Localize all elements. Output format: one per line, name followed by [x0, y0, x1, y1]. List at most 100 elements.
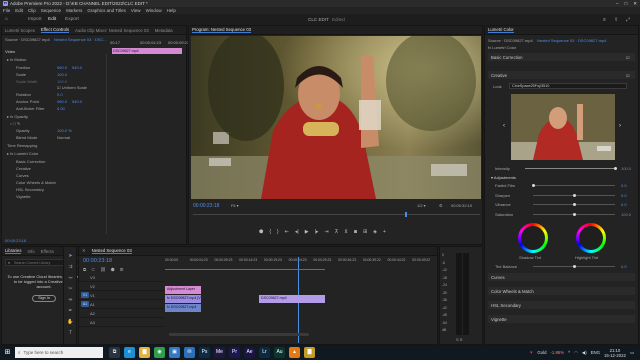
- menu-help[interactable]: Help: [167, 8, 176, 13]
- creative-toggle-icon[interactable]: ☑: [626, 73, 630, 78]
- scale-width-value[interactable]: 100.0: [57, 79, 67, 84]
- tab-audio-clip-mixer[interactable]: Audio Clip Mixer: Nested Sequence 03: [75, 28, 149, 33]
- hsl-secondary-section[interactable]: HSL Secondary: [488, 301, 635, 309]
- tint-balance-value[interactable]: 0.0: [621, 264, 627, 269]
- timeline-clip-dsc[interactable]: DSC09827.mp4: [259, 295, 325, 303]
- explorer-icon[interactable]: ▇: [139, 347, 150, 358]
- timeline-clip-v2[interactable]: fx DSC09827.mp4 [V]: [165, 295, 201, 303]
- marker-icon[interactable]: ⬟: [259, 229, 263, 237]
- resolution-select[interactable]: 1/2 ▾: [417, 203, 426, 208]
- adjustment-slider-track[interactable]: [533, 203, 615, 206]
- audio-meter-footer[interactable]: S S: [456, 337, 462, 342]
- lumetri-sub-item[interactable]: Color Wheels & Match: [16, 180, 56, 185]
- mail-icon[interactable]: ✉: [184, 347, 195, 358]
- curves-section[interactable]: Curves: [488, 273, 635, 281]
- adjustment-slider-value[interactable]: 0.0: [621, 202, 627, 207]
- in-icon[interactable]: {: [269, 229, 271, 237]
- tab-lumetri-scopes[interactable]: Lumetri Scopes: [5, 28, 35, 33]
- blend-mode-select[interactable]: Normal: [57, 135, 70, 140]
- menu-clip[interactable]: Clip: [28, 8, 36, 13]
- track-v1[interactable]: V1 V1: [79, 291, 164, 300]
- track-a2[interactable]: A2: [79, 309, 164, 318]
- ec-timecode[interactable]: 00:00:23:18: [5, 238, 26, 243]
- prev-look-icon[interactable]: ‹: [503, 123, 505, 129]
- network-icon[interactable]: ◠: [574, 350, 578, 356]
- intensity-slider[interactable]: [525, 167, 617, 170]
- opacity-mask-icons[interactable]: ○ □ ✎: [10, 121, 20, 126]
- timeline-timecode[interactable]: 00:00:23:18: [83, 258, 112, 264]
- volume-icon[interactable]: ◀): [582, 350, 587, 356]
- sign-in-button[interactable]: Sign In: [32, 295, 56, 302]
- track-v3[interactable]: V3: [79, 273, 164, 282]
- menu-view[interactable]: View: [131, 8, 141, 13]
- track-a1[interactable]: A1 A1: [79, 300, 164, 309]
- gold-ticker-icon[interactable]: ▼: [529, 350, 533, 355]
- tint-balance-slider[interactable]: [533, 265, 615, 268]
- tab-effects[interactable]: Effects: [41, 249, 54, 254]
- photoshop-icon[interactable]: Ps: [199, 347, 210, 358]
- tab-timeline-sequence[interactable]: Nested Sequence 03: [91, 248, 132, 254]
- fullscreen-icon[interactable]: ⤢: [626, 17, 630, 23]
- fit-select[interactable]: Fit ▾: [231, 203, 239, 208]
- shadow-tint-wheel[interactable]: [518, 223, 548, 253]
- folder-icon[interactable]: ▇: [304, 347, 315, 358]
- language-indicator[interactable]: ENG: [591, 350, 600, 355]
- vr-icon[interactable]: ◈: [373, 229, 377, 237]
- adjustment-slider-value[interactable]: 0.0: [621, 193, 627, 198]
- ec-mini-ruler[interactable]: 00:17 00:00:04:23 00:00:09:23: [110, 40, 189, 48]
- tab-program[interactable]: Program: Nested Sequence 03: [192, 27, 251, 33]
- rotation-value[interactable]: 0.0: [57, 92, 63, 97]
- adjustment-slider-track[interactable]: [531, 184, 615, 187]
- go-in-icon[interactable]: ⇤: [285, 229, 289, 237]
- ec-sequence-label[interactable]: Nested Sequence 03 · DSC...: [54, 37, 107, 42]
- go-out-icon[interactable]: ⇥: [324, 229, 328, 237]
- razor-tool-icon[interactable]: ✂: [67, 286, 74, 292]
- track-select-icon[interactable]: ⇉: [67, 264, 74, 270]
- ripple-edit-icon[interactable]: ⟛: [67, 275, 74, 281]
- menu-markers[interactable]: Markers: [66, 8, 82, 13]
- vignette-section[interactable]: Vignette: [488, 315, 635, 323]
- ec-source-label[interactable]: Source · DSC09827.mp4: [5, 37, 50, 42]
- notifications-icon[interactable]: ▭: [630, 350, 634, 356]
- lightroom-icon[interactable]: Lr: [259, 347, 270, 358]
- compare-icon[interactable]: ⊞: [363, 229, 367, 237]
- look-dropdown[interactable]: CineSpace25Fuji3510: [509, 83, 627, 89]
- step-back-icon[interactable]: ◂|: [295, 229, 299, 237]
- lumetri-sub-header[interactable]: ▸ fx Lumetri Color: [7, 151, 38, 156]
- program-timecode[interactable]: 00:00:23:18: [193, 203, 219, 209]
- store-icon[interactable]: ▣: [169, 347, 180, 358]
- media-encoder-icon[interactable]: Me: [214, 347, 225, 358]
- lumetri-fx-label[interactable]: fx Lumetri Color: [488, 45, 516, 50]
- gold-ticker[interactable]: Gold: [537, 350, 546, 355]
- menu-window[interactable]: Window: [146, 8, 162, 13]
- clock[interactable]: 21:10 15-12-2022: [604, 348, 626, 358]
- time-remapping-header[interactable]: Time Remapping: [7, 143, 37, 148]
- adjustment-slider-knob[interactable]: [531, 184, 535, 187]
- settings-icon[interactable]: ⚙: [439, 203, 443, 208]
- taskbar-search[interactable]: ⌕ Type here to search: [15, 347, 103, 358]
- home-icon[interactable]: ⌂: [5, 17, 8, 22]
- export-frame-icon[interactable]: ◙: [354, 229, 357, 237]
- anchor-x-value[interactable]: 960.0: [57, 99, 67, 104]
- edge-icon[interactable]: e: [124, 347, 135, 358]
- adjustment-slider-value[interactable]: 0.0: [621, 183, 627, 188]
- minimize-button[interactable]: –: [616, 1, 619, 7]
- tab-effect-controls[interactable]: Effect Controls: [40, 27, 69, 33]
- step-forward-icon[interactable]: |▸: [315, 229, 319, 237]
- pen-tool-icon[interactable]: ✒: [67, 308, 74, 314]
- extract-icon[interactable]: ⊻: [344, 229, 348, 237]
- lumetri-sub-item[interactable]: Creative: [16, 166, 31, 171]
- lumetri-source-label[interactable]: Source · DSC09827.mp4: [488, 38, 533, 43]
- tab-import[interactable]: Import: [28, 17, 42, 22]
- track-v2[interactable]: V2: [79, 282, 164, 291]
- basic-correction-toggle-icon[interactable]: ☑: [626, 55, 630, 60]
- out-icon[interactable]: }: [277, 229, 279, 237]
- premiere-icon[interactable]: Pr: [229, 347, 240, 358]
- creative-section[interactable]: Creative: [488, 71, 635, 79]
- chrome-icon[interactable]: ◉: [154, 347, 165, 358]
- tab-metadata[interactable]: Metadata: [155, 28, 173, 33]
- anti-flicker-value[interactable]: 0.00: [57, 106, 65, 111]
- look-preview-thumbnail[interactable]: [511, 94, 615, 160]
- program-video-frame[interactable]: [191, 36, 481, 199]
- adjustment-slider-knob[interactable]: [572, 193, 576, 197]
